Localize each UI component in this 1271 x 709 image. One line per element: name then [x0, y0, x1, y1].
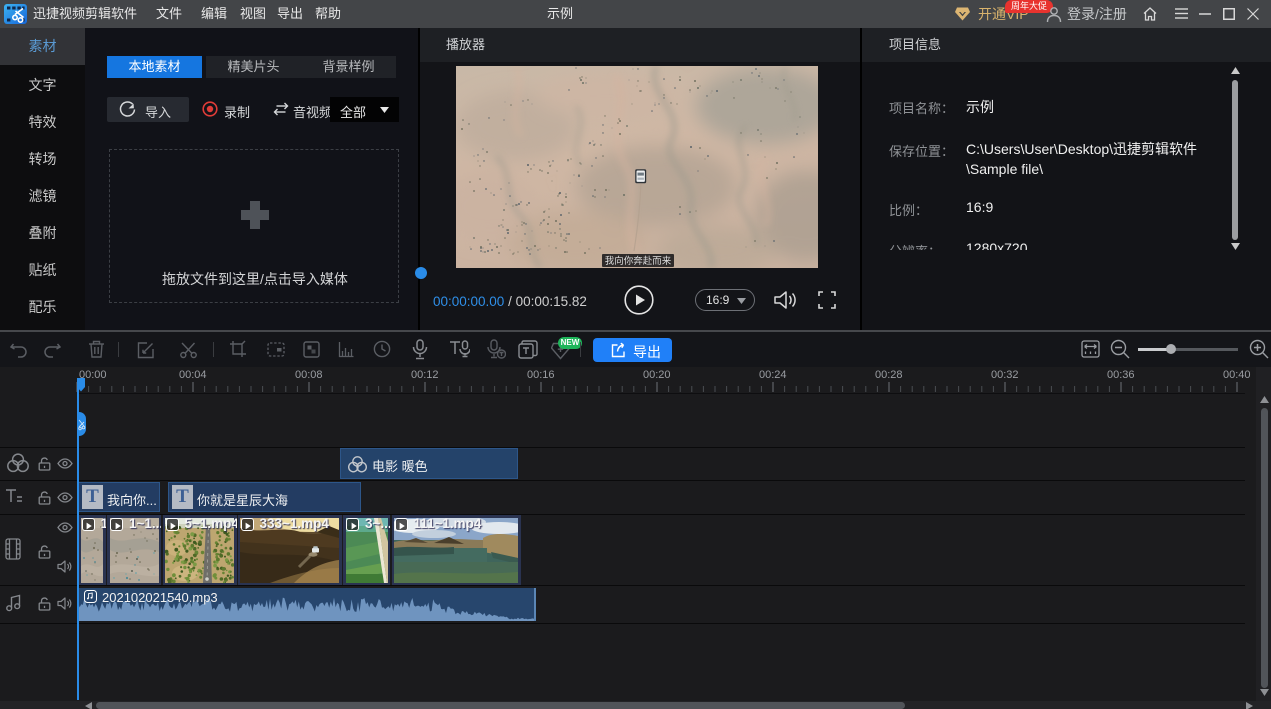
- svg-text:我向你奔赴而来: 我向你奔赴而来: [605, 255, 672, 267]
